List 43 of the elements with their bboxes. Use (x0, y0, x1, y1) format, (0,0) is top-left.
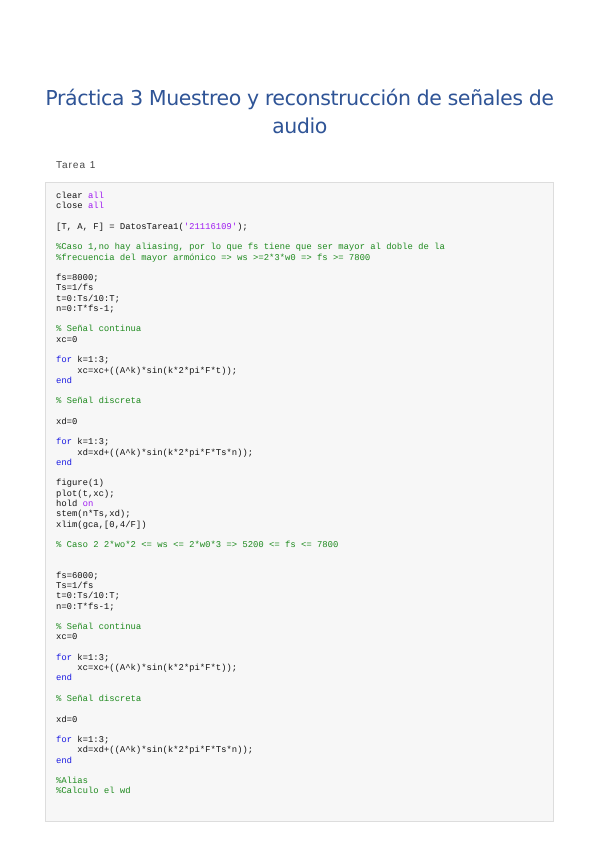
code-line: %Alias (56, 776, 88, 786)
code-line: plot(t,xc); (56, 488, 115, 499)
code-line: for k=1:3; (56, 735, 110, 746)
code-line: for k=1:3; (56, 355, 110, 366)
code-line: end (56, 756, 72, 766)
code-line: % Señal discreta (56, 396, 142, 407)
code-line: clear all (56, 191, 104, 202)
code-line: xc=xc+((A^k)*sin(k*2*pi*F*t)); (76, 366, 238, 376)
code-line: xd=xd+((A^k)*sin(k*2*pi*F*Ts*n)); (76, 448, 254, 458)
code-line: end (56, 458, 72, 468)
code-line: % Señal continua (56, 324, 142, 335)
code-line: stem(n*Ts,xd); (56, 509, 131, 520)
code-line: xlim(gca,[0,4/F]) (56, 520, 147, 530)
code-line: xc=0 (56, 632, 78, 643)
code-line: end (56, 673, 72, 684)
code-line: figure(1) (56, 478, 104, 489)
code-line: fs=6000; (56, 570, 99, 582)
code-line: [T, A, F] = DatosTarea1('21116109'); (56, 222, 248, 232)
code-line: n=0:T*fs-1; (56, 304, 115, 314)
section-heading: Tarea 1 (56, 160, 96, 171)
code-line: Ts=1/fs (56, 283, 94, 294)
code-line: xd=xd+((A^k)*sin(k*2*pi*F*Ts*n)); (76, 745, 254, 756)
code-line: n=0:T*fs-1; (56, 602, 115, 612)
code-line: t=0:Ts/10:T; (56, 294, 120, 304)
code-line: end (56, 376, 72, 386)
code-line: % Caso 2 2*wo*2 <= ws <= 2*w0*3 => 5200 <= fs <= 7800 (56, 540, 338, 550)
code-line: hold on (56, 498, 94, 510)
code-line: xd=0 (56, 416, 78, 428)
code-line: %Calculo el wd (56, 786, 131, 797)
code-line: %frecuencia del mayor armónico => ws >=2*3*w0 => fs >= 7800 (56, 252, 370, 263)
code-line: xc=xc+((A^k)*sin(k*2*pi*F*t)); (76, 663, 238, 674)
page-title: Práctica 3 Muestreo y reconstrucción de señales de audio (45, 85, 554, 140)
code-line: for k=1:3; (56, 437, 110, 448)
code-line: % Señal discreta (56, 694, 142, 704)
code-line: %Caso 1,no hay aliasing, por lo que fs tiene que ser mayor al doble de la (56, 242, 445, 253)
code-line: for k=1:3; (56, 652, 110, 664)
code-line: fs=8000; (56, 273, 99, 284)
code-line: Ts=1/fs (56, 581, 94, 592)
code-line: xc=0 (56, 334, 78, 345)
code-line: t=0:Ts/10:T; (56, 591, 120, 602)
code-line: xd=0 (56, 714, 78, 725)
code-line: close all (56, 201, 104, 212)
code-line: % Señal continua (56, 622, 142, 632)
